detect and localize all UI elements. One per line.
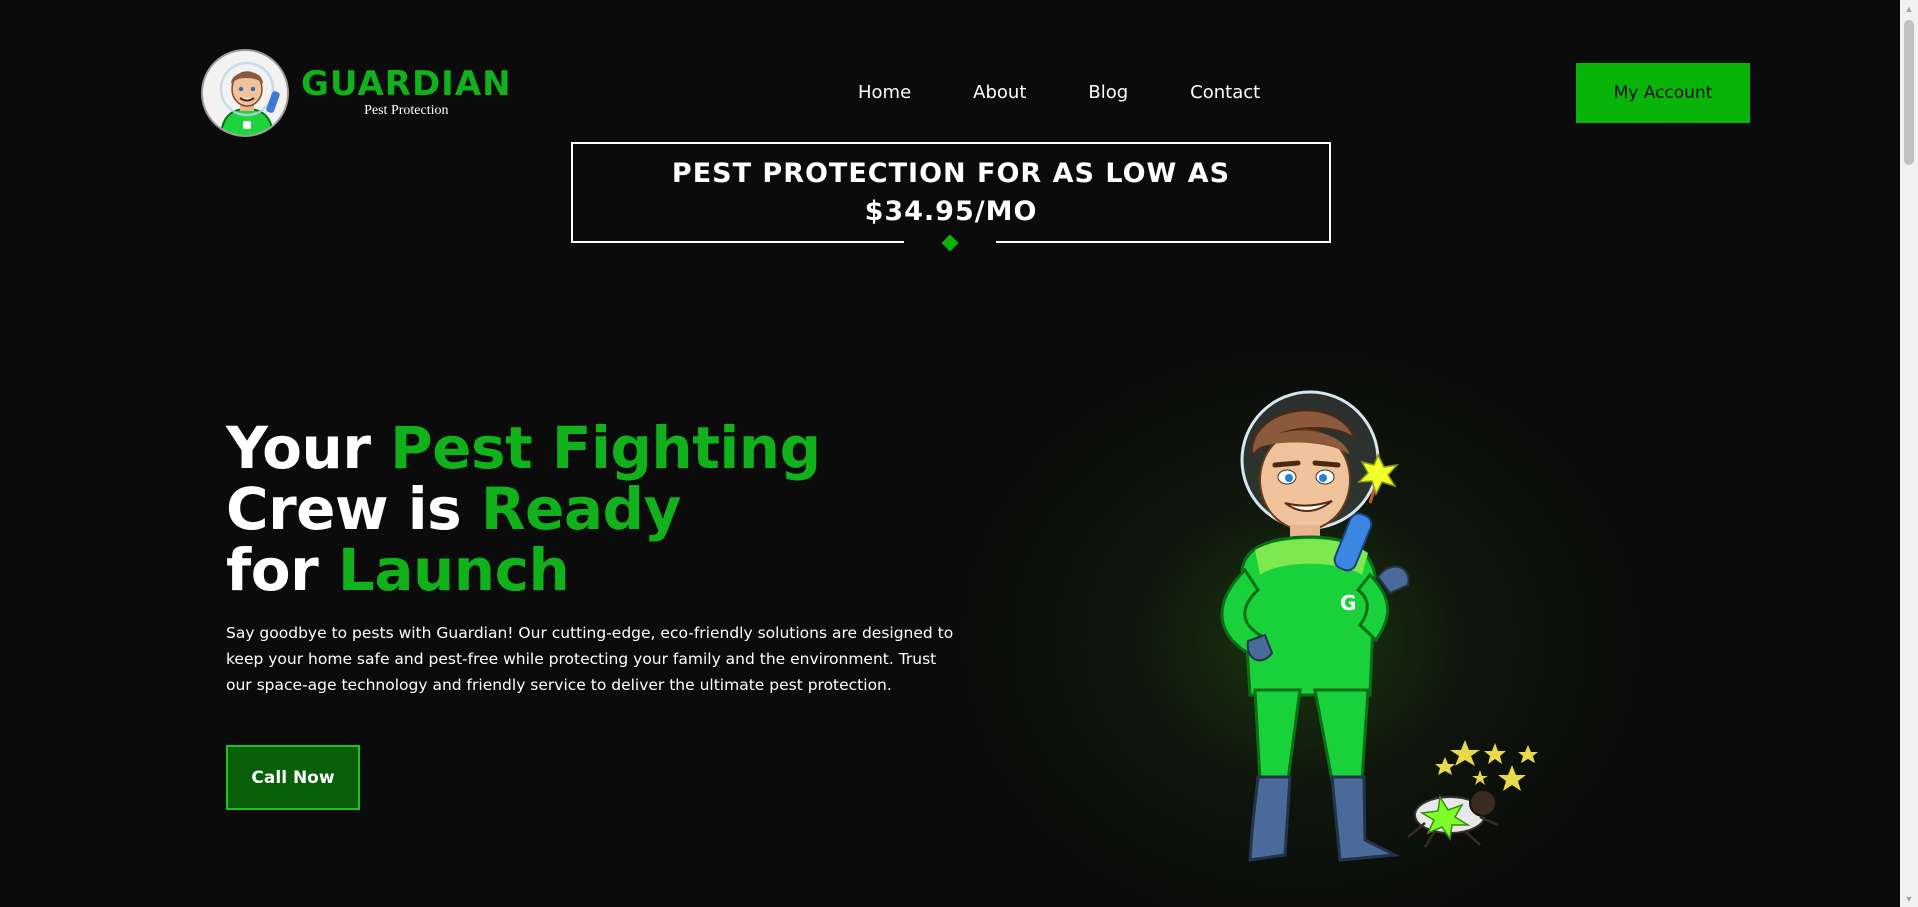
nav-home[interactable]: Home [858, 80, 911, 106]
hero-title-word-1: Your [226, 414, 391, 482]
hero-title-word-3: for [226, 536, 338, 604]
triangle-down-icon[interactable]: ▼ [1900, 890, 1918, 907]
promo-line-1: PEST PROTECTION FOR AS LOW AS [671, 157, 1231, 189]
nav-contact[interactable]: Contact [1190, 80, 1260, 106]
hero-title-green-1: Pest Fighting [390, 414, 821, 482]
my-account-button[interactable]: My Account [1576, 63, 1750, 123]
page: GUARDIAN Pest Protection Home About Blog… [0, 0, 1900, 907]
page-scrollbar[interactable]: ▲ ▼ [1900, 0, 1918, 907]
promo-banner: PEST PROTECTION FOR AS LOW AS $34.95/MO [571, 142, 1331, 243]
hero-description: Say goodbye to pests with Guardian! Our … [226, 624, 954, 694]
dead-bug-icon [1407, 789, 1499, 848]
hero-title-word-2: Crew is [226, 475, 481, 543]
astronaut-mascot-icon [201, 49, 289, 137]
scrollbar-thumb[interactable] [1904, 20, 1914, 165]
nav-blog[interactable]: Blog [1088, 80, 1128, 106]
call-now-button[interactable]: Call Now [226, 745, 360, 810]
logo-wordmark: GUARDIAN [301, 64, 512, 104]
main-nav: Home About Blog Contact [858, 80, 1260, 106]
astronaut-exterminator-illustration: G [1150, 385, 1550, 885]
nav-about[interactable]: About [973, 80, 1026, 106]
hero-title: Your Pest Fighting Crew is Ready for Lau… [226, 418, 821, 601]
site-logo[interactable]: GUARDIAN Pest Protection [201, 49, 512, 137]
logo-tagline: Pest Protection [364, 103, 449, 118]
hero-title-green-3: Launch [337, 536, 570, 604]
hero-title-green-2: Ready [480, 475, 681, 543]
promo-line-2: $34.95/MO [864, 195, 1038, 227]
triangle-up-icon[interactable]: ▲ [1900, 0, 1918, 17]
svg-text:G: G [1340, 591, 1356, 615]
